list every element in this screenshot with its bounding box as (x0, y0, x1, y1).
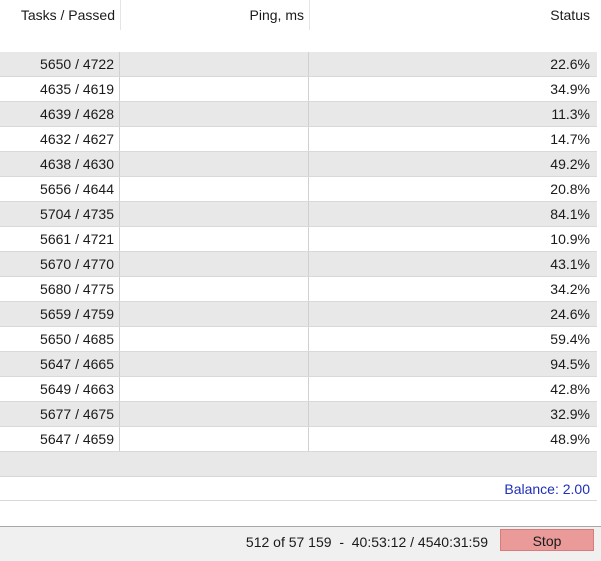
cell-status: 43.1% (550, 256, 590, 272)
table-row[interactable]: 5647 / 4659 48.9% (0, 427, 597, 452)
table-row[interactable]: 5661 / 4721 10.9% (0, 227, 597, 252)
cell-ping (121, 302, 309, 326)
table-row[interactable]: 4638 / 4630 49.2% (0, 152, 597, 177)
table-row[interactable]: 5680 / 4775 34.2% (0, 277, 597, 302)
cell-ping (121, 352, 309, 376)
cell-tasks-passed: 4635 / 4619 (0, 77, 120, 101)
cell-status: 14.7% (550, 131, 590, 147)
table-row[interactable]: 5650 / 4722 22.6% (0, 52, 597, 77)
cell-tasks-passed: 4632 / 4627 (0, 127, 120, 151)
balance-label: Balance: 2.00 (0, 477, 597, 501)
table-row[interactable]: 4632 / 4627 14.7% (0, 127, 597, 152)
column-header-ping[interactable]: Ping, ms (121, 0, 309, 30)
column-header-tasks[interactable]: Tasks / Passed (0, 0, 120, 30)
cell-status: 59.4% (550, 331, 590, 347)
cell-status: 84.1% (550, 206, 590, 222)
stop-button[interactable]: Stop (500, 529, 594, 551)
cell-status: 32.9% (550, 406, 590, 422)
table-row[interactable]: 5670 / 4770 43.1% (0, 252, 597, 277)
table-row[interactable]: 5659 / 4759 24.6% (0, 302, 597, 327)
cell-ping (121, 227, 309, 251)
cell-tasks-passed: 5680 / 4775 (0, 277, 120, 301)
cell-ping (121, 377, 309, 401)
table-row[interactable]: 4635 / 4619 34.9% (0, 77, 597, 102)
cell-tasks-passed: 5647 / 4659 (0, 427, 120, 451)
cell-status: 11.3% (551, 106, 590, 122)
cell-ping (121, 52, 309, 76)
cell-tasks-passed: 5661 / 4721 (0, 227, 120, 251)
cell-status: 10.9% (550, 231, 590, 247)
cell-tasks-passed: 5656 / 4644 (0, 177, 120, 201)
cell-tasks-passed: 4639 / 4628 (0, 102, 120, 126)
table-row[interactable]: 5677 / 4675 32.9% (0, 402, 597, 427)
table-row[interactable]: 5656 / 4644 20.8% (0, 177, 597, 202)
cell-status: 49.2% (550, 156, 590, 172)
table-row[interactable]: 5704 / 4735 84.1% (0, 202, 597, 227)
cell-status: 24.6% (550, 306, 590, 322)
cell-ping (121, 177, 309, 201)
cell-ping (121, 277, 309, 301)
table-row[interactable]: 5647 / 4665 94.5% (0, 352, 597, 377)
cell-status: 20.8% (550, 181, 590, 197)
cell-ping (121, 127, 309, 151)
table-row[interactable]: 5650 / 4685 59.4% (0, 327, 597, 352)
cell-status: 94.5% (550, 356, 590, 372)
cell-status: 42.8% (550, 381, 590, 397)
cell-ping (121, 402, 309, 426)
grid-rows: 5650 / 4722 22.6% 4635 / 4619 34.9% 4639 / 4… (0, 52, 597, 452)
cell-tasks-passed: 5649 / 4663 (0, 377, 120, 401)
cell-tasks-passed: 4638 / 4630 (0, 152, 120, 176)
empty-row (0, 452, 597, 477)
cell-status: 48.9% (550, 431, 590, 447)
cell-ping (121, 77, 309, 101)
cell-tasks-passed: 5659 / 4759 (0, 302, 120, 326)
cell-ping (121, 252, 309, 276)
cell-status: 34.9% (550, 81, 590, 97)
table-row[interactable]: 5649 / 4663 42.8% (0, 377, 597, 402)
cell-tasks-passed: 5650 / 4685 (0, 327, 120, 351)
grid-header: Tasks / Passed Ping, ms Status (0, 0, 597, 53)
column-header-status[interactable]: Status (310, 0, 597, 30)
progress-text: 512 of 57 159 - 40:53:12 / 4540:31:59 (245, 534, 488, 550)
cell-status: 22.6% (550, 56, 590, 72)
cell-tasks-passed: 5647 / 4665 (0, 352, 120, 376)
cell-ping (121, 102, 309, 126)
cell-tasks-passed: 5650 / 4722 (0, 52, 120, 76)
status-bar: 512 of 57 159 - 40:53:12 / 4540:31:59 St… (0, 526, 601, 561)
cell-tasks-passed: 5670 / 4770 (0, 252, 120, 276)
cell-ping (121, 327, 309, 351)
cell-ping (121, 427, 309, 451)
cell-status: 34.2% (550, 281, 590, 297)
table-row[interactable]: 4639 / 4628 11.3% (0, 102, 597, 127)
cell-tasks-passed: 5704 / 4735 (0, 202, 120, 226)
cell-tasks-passed: 5677 / 4675 (0, 402, 120, 426)
cell-ping (121, 152, 309, 176)
cell-ping (121, 202, 309, 226)
